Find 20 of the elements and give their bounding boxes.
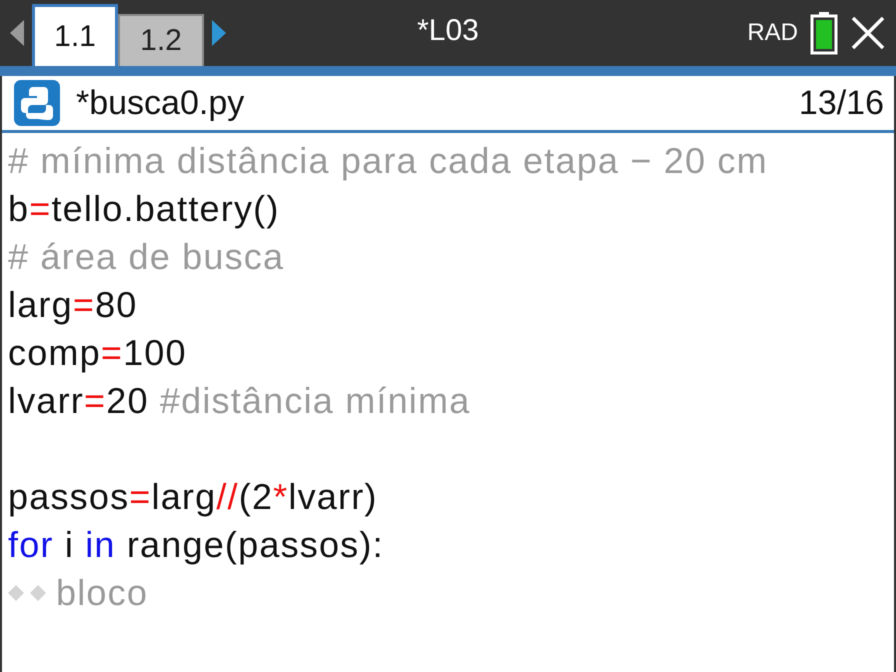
- battery-icon: [810, 11, 838, 55]
- code-line: # mínima distância para cada etapa − 20 cm: [8, 140, 768, 182]
- code-line: lvarr=20 #distância mínima: [8, 380, 470, 422]
- page-tab[interactable]: 1.2: [118, 14, 204, 66]
- document-title: *L03: [417, 14, 479, 47]
- file-name: *busca0.py: [76, 84, 244, 122]
- python-file-icon: [14, 80, 60, 126]
- code-line: larg=80: [8, 284, 138, 326]
- page-tab[interactable]: 1.1: [32, 4, 118, 66]
- code-line: b=tello.battery(): [8, 188, 280, 230]
- code-line: passos=larg//(2*lvarr): [8, 476, 378, 518]
- right-arrow-icon[interactable]: [210, 18, 228, 48]
- code-line: for i in range(passos):: [8, 524, 384, 566]
- code-line: comp=100: [8, 332, 187, 374]
- line-position: 13/16: [798, 84, 884, 122]
- code-line: bloco: [56, 572, 148, 614]
- left-arrow-icon[interactable]: [8, 18, 26, 48]
- code-line: # área de busca: [8, 236, 284, 278]
- close-icon[interactable]: [850, 15, 886, 51]
- angle-mode-label: RAD: [747, 19, 798, 47]
